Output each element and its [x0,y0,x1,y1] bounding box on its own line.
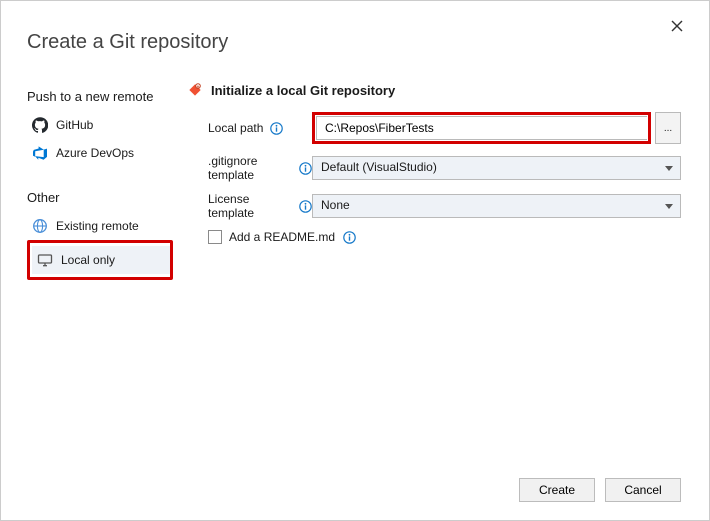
azure-devops-icon [32,145,48,161]
browse-button[interactable]: ... [655,112,681,144]
globe-icon [32,218,48,234]
gitignore-template-select[interactable]: Default (VisualStudio) [312,156,681,180]
local-path-input[interactable] [316,116,647,140]
sidebar-item-label: Azure DevOps [56,146,134,160]
gitignore-label: .gitignore template [187,154,312,182]
sidebar-section-other: Other [27,183,187,212]
git-init-icon: + [187,82,203,98]
main-panel: + Initialize a local Git repository Loca… [187,82,709,280]
add-readme-label: Add a README.md [229,230,335,244]
sidebar-item-label: GitHub [56,118,93,132]
sidebar-item-azure-devops[interactable]: Azure DevOps [27,139,165,167]
info-icon[interactable] [269,121,283,135]
sidebar-item-existing-remote[interactable]: Existing remote [27,212,165,240]
sidebar-item-label: Existing remote [56,219,139,233]
monitor-icon [37,252,53,268]
sidebar-item-label: Local only [61,253,115,267]
sidebar: Push to a new remote GitHub Azure DevOps… [1,82,187,280]
create-button[interactable]: Create [519,478,595,502]
add-readme-checkbox[interactable] [208,230,222,244]
github-icon [32,117,48,133]
close-button[interactable] [663,15,691,39]
section-title: Initialize a local Git repository [211,83,395,98]
dialog-footer: Create Cancel [519,478,681,502]
sidebar-section-push: Push to a new remote [27,82,187,111]
svg-text:+: + [197,84,200,90]
info-icon[interactable] [299,161,312,175]
license-label: License template [187,192,312,220]
dialog-title: Create a Git repository [1,1,709,82]
local-path-label: Local path [187,121,312,135]
license-template-select[interactable]: None [312,194,681,218]
info-icon[interactable] [299,199,312,213]
sidebar-item-local-only[interactable]: Local only [32,246,170,274]
cancel-button[interactable]: Cancel [605,478,681,502]
highlight-local-only: Local only [27,240,173,280]
info-icon[interactable] [342,230,356,244]
highlight-local-path [312,112,651,144]
sidebar-item-github[interactable]: GitHub [27,111,165,139]
close-icon [671,20,683,32]
